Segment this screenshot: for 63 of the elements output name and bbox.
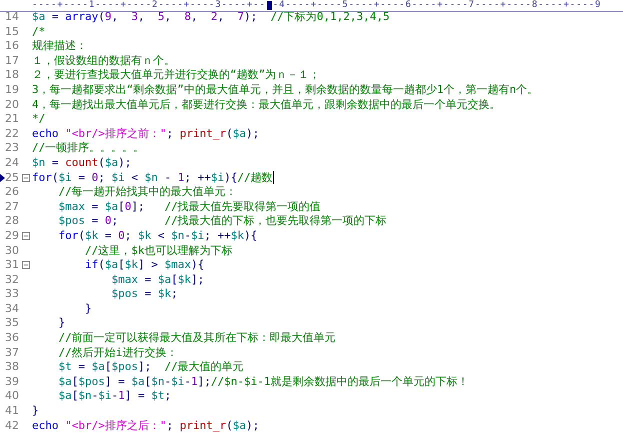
code-line: //这里，$k也可以理解为下标 xyxy=(84,244,232,258)
code-line: //然后开始i进行交换： xyxy=(57,346,178,360)
code-line: 3，每一趟都要求出“剩余数据”中的最大值单元，并且，剩余数据的数量每一趟都少1个，第一趟有n个。 xyxy=(32,82,538,98)
collapse-icon[interactable] xyxy=(22,261,30,270)
code-line: /* xyxy=(32,24,46,40)
line-number: 20 xyxy=(5,98,19,112)
line-number: 19 xyxy=(5,82,19,98)
line-number: 30 xyxy=(5,244,19,258)
line-number: 39 xyxy=(5,374,19,390)
code-line: $pos = 0; //找最大值的下标，也要先取得第一项的下标 xyxy=(57,214,387,229)
code-line: for($k = 0; $k < $n-$i; ++$k){ xyxy=(57,228,258,244)
code-line: $pos = $k; xyxy=(110,287,178,302)
code-line: if($a[$k] > $max){ xyxy=(84,258,204,273)
code-line: //一顿排序。。。。。 xyxy=(32,141,144,156)
collapse-icon[interactable] xyxy=(22,174,30,182)
code-line: } xyxy=(57,316,66,332)
line-number: 26 xyxy=(5,185,19,200)
code-line: $max = $a[$k]; xyxy=(110,272,204,288)
line-number: 18 xyxy=(5,68,19,83)
line-number: 36 xyxy=(5,331,19,346)
code-line: １，假设数组的数据有ｎ个。 xyxy=(32,54,175,68)
line-number: 34 xyxy=(5,302,19,316)
line-number: 24 xyxy=(5,156,19,171)
code-line: for($i = 0; $i < $n - 1; ++$i){//趟数 xyxy=(32,170,273,186)
code-line: //每一趟开始找其中的最大值单元： xyxy=(57,185,237,200)
line-number: 33 xyxy=(5,287,19,302)
line-number: 15 xyxy=(5,24,19,40)
line-number: 41 xyxy=(5,404,19,419)
code-line: } xyxy=(32,404,39,419)
line-number: 32 xyxy=(5,272,19,288)
code-line: */ xyxy=(32,112,46,127)
line-number: 22 xyxy=(5,126,19,142)
line-number: 28 xyxy=(5,214,19,229)
column-ruler: ----+----1----+----2----+----3----+-- xyxy=(32,0,266,11)
code-line: } xyxy=(84,302,92,316)
code-line: $max = $a[0]; //找最大值先要取得第一项的值 xyxy=(57,200,321,214)
line-number: 17 xyxy=(5,54,19,68)
line-number: 29 xyxy=(5,228,19,244)
line-number: 35 xyxy=(5,316,19,332)
line-number: 40 xyxy=(5,389,19,404)
line-number: 38 xyxy=(5,360,19,375)
code-line: $t = $a[$pos]; //最大值的单元 xyxy=(57,360,244,375)
line-number: 21 xyxy=(5,112,19,127)
line-number: 27 xyxy=(5,200,19,214)
code-line: 4，每一趟找出最大值单元后，都要进行交换：最大值单元，跟剩余数据中的最后一个单元交换。 xyxy=(32,98,501,112)
code-line: echo "<br/>排序之前："; print_r($a); xyxy=(32,126,260,142)
line-number: 37 xyxy=(5,346,19,360)
line-number: 23 xyxy=(5,141,19,156)
line-number: 31 xyxy=(5,258,19,273)
ruler-caret-marker xyxy=(266,1,272,10)
code-line: echo "<br/>排序之后："; print_r($a); xyxy=(32,418,260,434)
line-number: 16 xyxy=(5,39,19,54)
line-number: 25 xyxy=(5,170,19,186)
column-ruler: -4----+----5----+----6----+----7----+----8----+----9 xyxy=(272,0,602,11)
code-line: $a[$n-$i-1] = $t; xyxy=(57,389,172,404)
code-line: 规律描述： xyxy=(32,39,87,54)
collapse-icon[interactable] xyxy=(22,232,30,240)
code-line: //前面一定可以获得最大值及其所在下标：即最大值单元 xyxy=(57,331,336,346)
code-line: $n = count($a); xyxy=(32,156,132,171)
line-number: 42 xyxy=(5,418,19,434)
code-line: ２，要进行查找最大值单元并进行交换的“趟数”为ｎ－１； xyxy=(32,68,320,83)
code-line: $a[$pos] = $a[$n-$i-1];//$n-$i-1就是剩余数据中的最后一个单元的下标！ xyxy=(57,374,468,390)
line-number: 14 xyxy=(5,10,19,25)
